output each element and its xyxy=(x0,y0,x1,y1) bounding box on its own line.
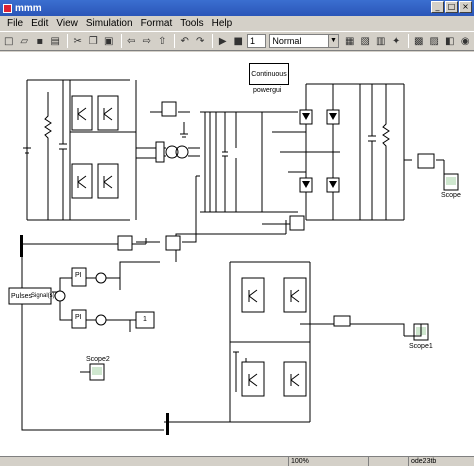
igbt-block-5[interactable] xyxy=(241,277,265,313)
powergui-label: powergui xyxy=(253,87,282,94)
copy-icon[interactable]: ❐ xyxy=(87,34,101,48)
current-measurement-block[interactable] xyxy=(155,141,165,163)
go-up-icon[interactable]: ⇧ xyxy=(156,34,170,48)
powergui-block[interactable]: Continuous xyxy=(249,63,289,85)
menu-simulation[interactable]: Simulation xyxy=(82,18,137,29)
igbt-block-2[interactable] xyxy=(97,95,119,131)
save-icon[interactable]: ▪ xyxy=(33,34,47,48)
undo-icon[interactable]: ↶ xyxy=(178,34,192,48)
pulses-label: Pulses xyxy=(11,293,33,300)
status-ready xyxy=(0,457,288,466)
new-model-icon[interactable]: □ xyxy=(2,34,16,48)
status-bar: 100% ode23tb xyxy=(0,456,474,466)
igbt-block-3[interactable] xyxy=(71,163,93,199)
print-icon[interactable]: ▤ xyxy=(49,34,63,48)
sum-circle-3[interactable] xyxy=(54,290,66,302)
minimize-button[interactable]: _ xyxy=(431,1,444,13)
dc-voltage-measurement-block[interactable] xyxy=(417,153,435,169)
sum-block-2[interactable] xyxy=(165,235,181,251)
update-diagram-icon[interactable]: ▧ xyxy=(359,34,373,48)
chevron-down-icon[interactable]: ▼ xyxy=(328,35,338,47)
start-simulation-icon[interactable]: ▶ xyxy=(216,34,230,48)
voltage-measurement-block[interactable] xyxy=(161,101,177,117)
igbt-block-4[interactable] xyxy=(97,163,119,199)
menu-file[interactable]: File xyxy=(3,18,27,29)
stop-simulation-icon[interactable]: ■ xyxy=(232,34,246,48)
build-icon[interactable]: ▦ xyxy=(343,34,357,48)
simulink-app-icon xyxy=(3,3,12,13)
powergui-mode-label: Continuous xyxy=(251,70,287,78)
hide-browser-icon[interactable]: ◧ xyxy=(443,34,457,48)
explorer-icon[interactable]: ▨ xyxy=(428,34,442,48)
scope2-label: Scope2 xyxy=(86,356,110,363)
scope-label: Scope xyxy=(441,192,461,199)
debug-icon[interactable]: ✦ xyxy=(390,34,404,48)
menu-format[interactable]: Format xyxy=(137,18,177,29)
status-solver: ode23tb xyxy=(408,457,474,466)
igbt-block-6[interactable] xyxy=(283,277,307,313)
menu-view[interactable]: View xyxy=(52,18,82,29)
menu-tools[interactable]: Tools xyxy=(176,18,207,29)
maximize-button[interactable]: □ xyxy=(445,1,458,13)
open-folder-icon[interactable]: ▱ xyxy=(18,34,32,48)
title-bar: mmm _ □ × xyxy=(0,0,474,16)
paste-icon[interactable]: ▣ xyxy=(102,34,116,48)
menu-help[interactable]: Help xyxy=(208,18,237,29)
toolbar-separator xyxy=(67,34,68,48)
record-icon[interactable]: ◉ xyxy=(459,34,473,48)
toolbar-separator xyxy=(408,34,409,48)
simulation-mode-select[interactable]: Normal ▼ xyxy=(269,34,339,48)
menu-edit[interactable]: Edit xyxy=(27,18,52,29)
pi2-label: PI xyxy=(75,314,82,321)
constant-label: 1 xyxy=(143,316,147,323)
window-title: mmm xyxy=(15,2,42,14)
block-diagram xyxy=(8,79,459,435)
back-icon[interactable]: ⇦ xyxy=(125,34,139,48)
menu-bar: File Edit View Simulation Format Tools H… xyxy=(0,16,474,31)
cut-icon[interactable]: ✂ xyxy=(71,34,85,48)
redo-icon[interactable]: ↷ xyxy=(194,34,208,48)
library-browser-icon[interactable]: ▩ xyxy=(412,34,426,48)
sum-circle-1[interactable] xyxy=(95,272,107,284)
close-button[interactable]: × xyxy=(459,1,472,13)
bus-bar-bottom[interactable] xyxy=(166,413,169,435)
igbt-block-1[interactable] xyxy=(71,95,93,131)
toolbar: □ ▱ ▪ ▤ ✂ ❐ ▣ ⇦ ⇨ ⇧ ↶ ↷ ▶ ■ 1 Normal ▼ ▦… xyxy=(0,31,474,51)
status-zoom: 100% xyxy=(288,457,368,466)
signal-label: Signal(s) xyxy=(31,293,55,299)
forward-icon[interactable]: ⇨ xyxy=(140,34,154,48)
status-blank xyxy=(368,457,408,466)
igbt-block-8[interactable] xyxy=(283,361,307,397)
sum-block-1[interactable] xyxy=(117,235,133,251)
toolbar-separator xyxy=(212,34,213,48)
scope1-label: Scope1 xyxy=(409,343,433,350)
toolbar-separator xyxy=(174,34,175,48)
toolbar-separator xyxy=(120,34,122,48)
pi1-label: PI xyxy=(75,272,82,279)
model-explorer-icon[interactable]: ▥ xyxy=(374,34,388,48)
model-canvas[interactable]: Continuous powergui Pulses Signal(s) PI … xyxy=(0,52,474,456)
load-block[interactable] xyxy=(333,315,351,327)
simulation-mode-value: Normal xyxy=(272,36,302,46)
ac-measurement-block[interactable] xyxy=(289,215,305,231)
igbt-block-7[interactable] xyxy=(241,361,265,397)
sum-circle-2[interactable] xyxy=(95,314,107,326)
stop-time-field[interactable]: 1 xyxy=(247,34,267,48)
bus-bar-left[interactable] xyxy=(20,235,23,257)
